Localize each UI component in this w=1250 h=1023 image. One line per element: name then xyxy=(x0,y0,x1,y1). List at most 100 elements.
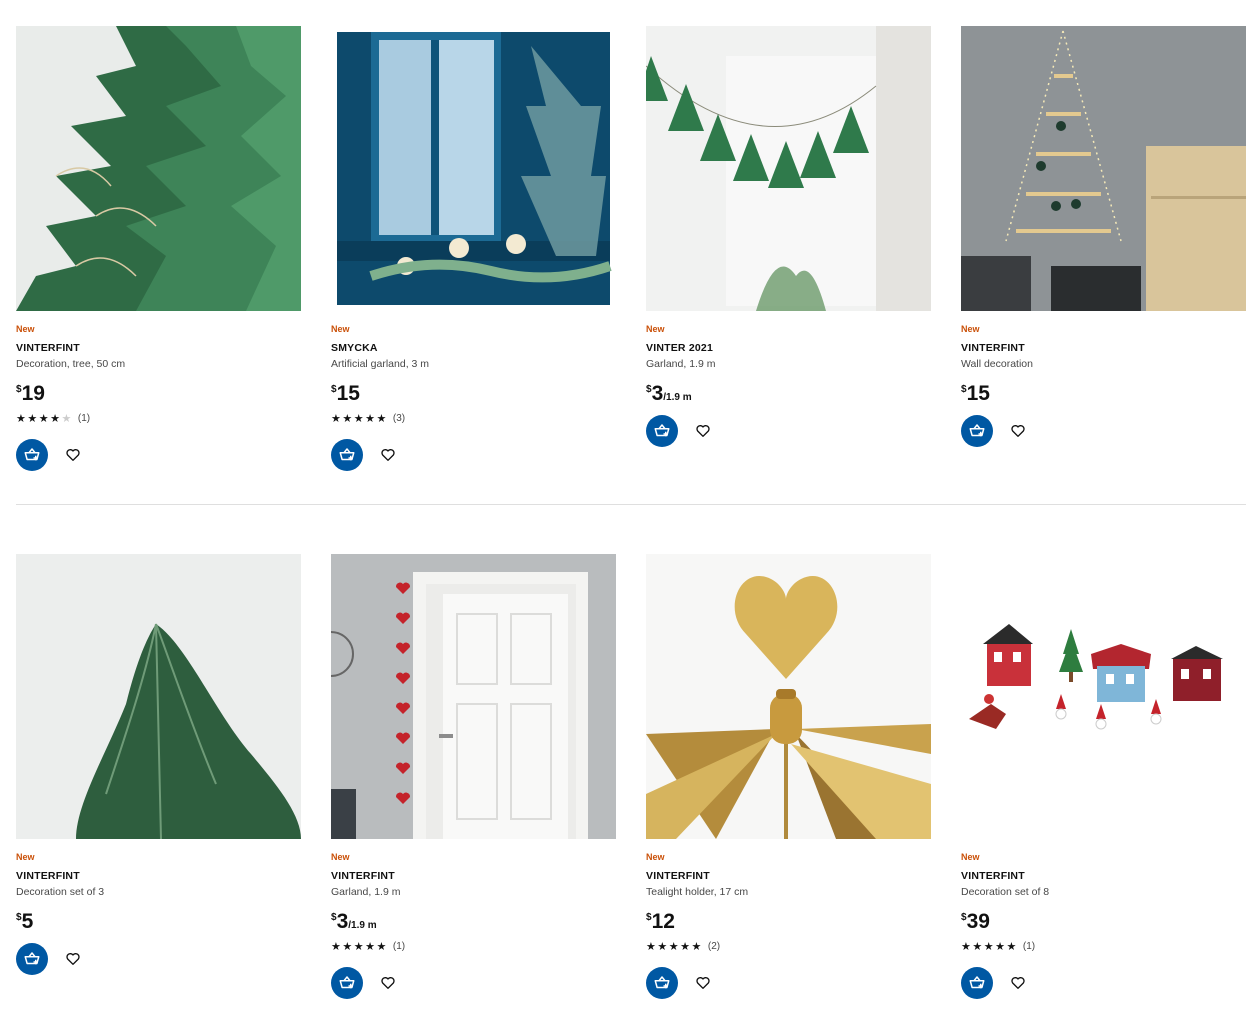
product-price: $3/1.9 m xyxy=(646,377,931,405)
star-icon: ★ xyxy=(365,412,377,425)
star-icon: ★ xyxy=(342,412,354,425)
add-to-cart-button[interactable] xyxy=(961,967,993,999)
new-badge: New xyxy=(16,324,35,334)
star-icon: ★ xyxy=(331,412,343,425)
product-price: $15 xyxy=(961,377,1246,405)
favourite-button[interactable] xyxy=(1006,971,1030,995)
product-price: $12 xyxy=(646,905,931,933)
new-badge: New xyxy=(331,324,350,334)
new-badge: New xyxy=(16,852,35,862)
product-description: Garland, 1.9 m xyxy=(331,886,401,898)
heart-icon xyxy=(696,425,710,437)
star-icon: ★ xyxy=(972,940,984,953)
price-amount: 3 xyxy=(651,382,664,405)
heart-icon xyxy=(381,977,395,989)
new-badge: New xyxy=(961,852,980,862)
product-description: Decoration, tree, 50 cm xyxy=(16,358,126,370)
product-image-bristle-tree[interactable] xyxy=(16,554,301,839)
product-rating[interactable]: ★★★★★ (3) xyxy=(331,411,616,425)
add-to-cart-button[interactable] xyxy=(331,967,363,999)
add-to-cart-icon xyxy=(969,424,985,437)
rating-count: (1) xyxy=(77,412,91,424)
price-amount: 12 xyxy=(651,910,675,933)
heart-icon xyxy=(66,953,80,965)
star-icons: ★★★★★ xyxy=(16,412,73,425)
star-icons: ★★★★★ xyxy=(331,412,388,425)
product-image-window-garland[interactable] xyxy=(331,26,616,311)
price-amount: 5 xyxy=(21,910,34,933)
star-icon: ★ xyxy=(50,412,62,425)
star-icon: ★ xyxy=(995,940,1007,953)
product-name[interactable]: VINTERFINT xyxy=(331,870,616,883)
add-to-cart-icon xyxy=(339,976,355,989)
rating-count: (1) xyxy=(392,940,406,952)
product-name[interactable]: VINTERFINT xyxy=(16,870,301,883)
row-divider xyxy=(16,504,1246,505)
price-amount: 39 xyxy=(966,910,990,933)
star-icon: ★ xyxy=(983,940,996,953)
favourite-button[interactable] xyxy=(691,971,715,995)
product-description: Decoration set of 3 xyxy=(16,886,105,898)
star-icon: ★ xyxy=(365,940,377,953)
star-icon: ★ xyxy=(342,940,354,953)
product-image-green-tree-garland[interactable] xyxy=(646,26,931,311)
price-unit: /1.9 m xyxy=(348,920,377,931)
new-badge: New xyxy=(961,324,980,334)
heart-icon xyxy=(381,449,395,461)
product-price: $5 xyxy=(16,905,301,933)
product-description: Garland, 1.9 m xyxy=(646,358,716,370)
product-name[interactable]: VINTERFINT xyxy=(16,342,301,355)
product-image-village-decoration-set[interactable] xyxy=(961,554,1246,839)
price-amount: 3 xyxy=(336,910,349,933)
product-price: $3/1.9 m xyxy=(331,905,616,933)
star-icons: ★★★★★ xyxy=(331,940,388,953)
product-price: $39 xyxy=(961,905,1246,933)
product-rating[interactable]: ★★★★★ (1) xyxy=(16,411,301,425)
star-icon: ★ xyxy=(27,412,39,425)
price-amount: 15 xyxy=(966,382,990,405)
heart-icon xyxy=(1011,977,1025,989)
favourite-button[interactable] xyxy=(61,443,85,467)
product-image-heart-garland-door[interactable] xyxy=(331,554,616,839)
product-image-wall-tree-decoration[interactable] xyxy=(961,26,1246,311)
favourite-button[interactable] xyxy=(691,419,715,443)
product-rating[interactable]: ★★★★★ (1) xyxy=(331,939,616,953)
add-to-cart-icon xyxy=(654,976,670,989)
add-to-cart-button[interactable] xyxy=(16,439,48,471)
product-description: Artificial garland, 3 m xyxy=(331,358,430,370)
star-icon: ★ xyxy=(38,412,51,425)
favourite-button[interactable] xyxy=(61,947,85,971)
star-icon: ★ xyxy=(376,412,388,425)
star-icon: ★ xyxy=(1006,940,1018,953)
star-icon: ★ xyxy=(657,940,669,953)
star-icon: ★ xyxy=(961,940,973,953)
product-description: Tealight holder, 17 cm xyxy=(646,886,749,898)
favourite-button[interactable] xyxy=(376,971,400,995)
add-to-cart-button[interactable] xyxy=(646,967,678,999)
price-unit: /1.9 m xyxy=(663,392,692,403)
star-icons: ★★★★★ xyxy=(646,940,703,953)
product-name[interactable]: VINTER 2021 xyxy=(646,342,931,355)
product-name[interactable]: SMYCKA xyxy=(331,342,616,355)
product-name[interactable]: VINTERFINT xyxy=(646,870,931,883)
product-rating[interactable]: ★★★★★ (2) xyxy=(646,939,931,953)
favourite-button[interactable] xyxy=(1006,419,1030,443)
add-to-cart-button[interactable] xyxy=(961,415,993,447)
favourite-button[interactable] xyxy=(376,443,400,467)
star-icons: ★★★★★ xyxy=(961,940,1018,953)
product-rating[interactable]: ★★★★★ (1) xyxy=(961,939,1246,953)
add-to-cart-button[interactable] xyxy=(646,415,678,447)
product-image-green-tree-decoration[interactable] xyxy=(16,26,301,311)
product-name[interactable]: VINTERFINT xyxy=(961,342,1246,355)
product-description: Decoration set of 8 xyxy=(961,886,1050,898)
new-badge: New xyxy=(331,852,350,862)
product-description: Wall decoration xyxy=(961,358,1033,370)
add-to-cart-button[interactable] xyxy=(331,439,363,471)
star-icon: ★ xyxy=(353,412,366,425)
product-image-gold-tealight-holder[interactable] xyxy=(646,554,931,839)
rating-count: (3) xyxy=(392,412,406,424)
rating-count: (1) xyxy=(1022,940,1036,952)
product-name[interactable]: VINTERFINT xyxy=(961,870,1246,883)
add-to-cart-button[interactable] xyxy=(16,943,48,975)
add-to-cart-icon xyxy=(24,448,40,461)
